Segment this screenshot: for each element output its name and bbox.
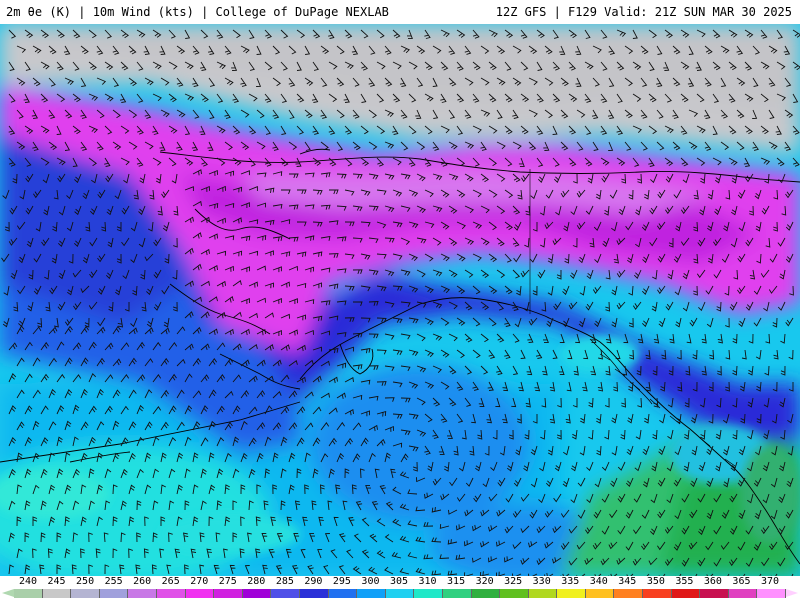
- colorbar-swatch: [328, 589, 358, 598]
- colorbar-label: 270: [190, 576, 209, 587]
- colorbar-label: 355: [675, 576, 694, 587]
- colorbar-label: 340: [589, 576, 608, 587]
- colorbar-label: 345: [618, 576, 637, 587]
- colorbar-label: 325: [504, 576, 523, 587]
- colorbar-label: 260: [133, 576, 152, 587]
- colorbar-swatch: [671, 589, 701, 598]
- colorbar-labels: 240 245 250 255 260 265 270 275 280 285 290 295 300 3…: [0, 576, 800, 588]
- model-run-valid-time: 12Z GFS | F129 Valid: 21Z SUN MAR 30 202…: [495, 5, 792, 19]
- colorbar-swatch: [500, 589, 529, 598]
- colorbar-label: 290: [304, 576, 323, 587]
- colorbar-swatch: [557, 589, 586, 598]
- colorbar-label: 255: [104, 576, 123, 587]
- colorbar-swatch: [71, 589, 100, 598]
- colorbar-label: 305: [389, 576, 409, 587]
- colorbar-label: 365: [732, 576, 751, 587]
- colorbar-right-arrow-icon: [786, 589, 798, 597]
- colorbar: 240 245 250 255 260 265 270 275 280 285 290 295 300 3…: [0, 576, 800, 600]
- colorbar-swatch: [357, 589, 386, 598]
- colorbar-swatch: [185, 589, 215, 598]
- colorbar-label: 315: [447, 576, 466, 587]
- colorbar-label: 300: [361, 576, 380, 587]
- colorbar-swatch: [299, 589, 329, 598]
- weather-map: [0, 24, 800, 576]
- colorbar-swatch: [156, 589, 186, 598]
- map-canvas: [0, 24, 800, 576]
- colorbar-label: 350: [646, 576, 665, 587]
- colorbar-swatch: [42, 589, 72, 598]
- colorbar-swatch: [414, 589, 443, 598]
- colorbar-swatch: [128, 589, 157, 598]
- colorbar-label: 310: [418, 576, 437, 587]
- colorbar-swatch: [442, 589, 472, 598]
- colorbar-scale: [14, 589, 787, 598]
- colorbar-label: 250: [76, 576, 95, 587]
- colorbar-swatch: [385, 589, 415, 598]
- colorbar-swatch: [728, 589, 758, 598]
- colorbar-swatch: [14, 589, 43, 598]
- colorbar-label: 330: [532, 576, 551, 587]
- colorbar-label: 275: [218, 576, 237, 587]
- colorbar-label: 240: [18, 576, 38, 587]
- colorbar-left-arrow-icon: [2, 589, 14, 597]
- colorbar-label: 360: [703, 576, 722, 587]
- colorbar-label: 285: [275, 576, 294, 587]
- colorbar-label: 370: [760, 576, 780, 587]
- colorbar-swatch: [757, 589, 787, 598]
- colorbar-swatch: [271, 589, 300, 598]
- colorbar-swatch: [643, 589, 672, 598]
- colorbar-label: 245: [47, 576, 66, 587]
- colorbar-swatch: [471, 589, 501, 598]
- colorbar-label: 335: [561, 576, 580, 587]
- colorbar-swatch: [614, 589, 644, 598]
- map-title: 2m θe (K) | 10m Wind (kts) | College of …: [6, 5, 389, 19]
- colorbar-swatch: [242, 589, 272, 598]
- colorbar-label: 280: [247, 576, 266, 587]
- colorbar-swatch: [585, 589, 615, 598]
- map-header: 2m θe (K) | 10m Wind (kts) | College of …: [0, 0, 800, 24]
- colorbar-label: 295: [332, 576, 351, 587]
- colorbar-swatch: [528, 589, 558, 598]
- colorbar-label: 265: [161, 576, 180, 587]
- colorbar-swatch: [99, 589, 129, 598]
- colorbar-swatch: [700, 589, 729, 598]
- colorbar-label: 320: [475, 576, 494, 587]
- colorbar-swatch: [214, 589, 243, 598]
